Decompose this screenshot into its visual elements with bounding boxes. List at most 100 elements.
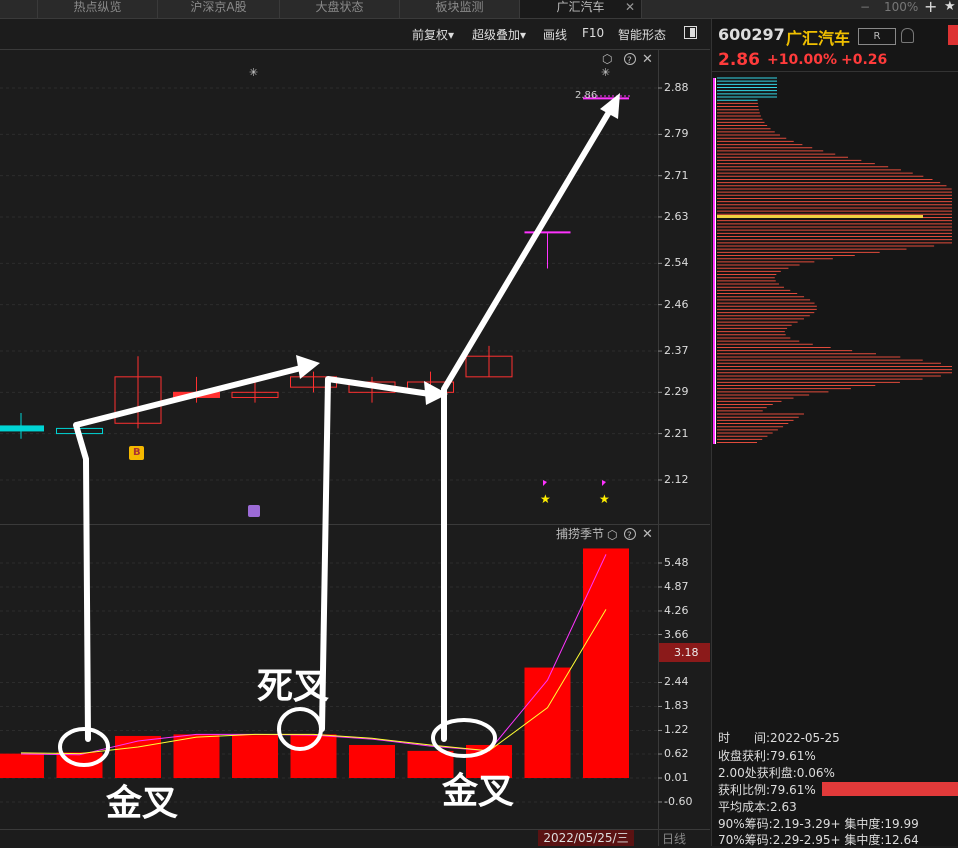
date-label: 2022/05/25/三	[538, 830, 634, 846]
indicator-bar	[349, 744, 395, 778]
tab-blank[interactable]	[0, 0, 38, 18]
pattern-button[interactable]: 智能形态	[618, 26, 666, 43]
death-cross-label: 死叉	[257, 666, 330, 707]
candle-body	[0, 425, 44, 432]
price-tick-label: 2.29	[664, 385, 689, 399]
chip-70: 70%筹码:2.29-2.95+ 集中度:12.64	[718, 833, 919, 847]
signal-icons: ★ ★	[129, 446, 610, 517]
indicator-bar	[232, 735, 278, 778]
tab-a-shares[interactable]: 沪深京A股	[158, 0, 280, 18]
fuquan-dropdown[interactable]: 前复权▾	[412, 26, 454, 43]
chart-canvas: ⬡ ? ✕ ✳ ✳ ⬡ ? ✕ ★ ★	[0, 49, 710, 846]
avg-cost-line	[717, 215, 923, 218]
price-tick-label: 2.12	[664, 473, 689, 486]
main-panel-icons: ⬡ ? ✕ ✳ ✳	[249, 52, 653, 79]
buy-signal-label: B	[133, 447, 141, 458]
stock-change: +0.26	[841, 52, 888, 68]
stock-change-pct: +10.00%	[767, 52, 838, 68]
svg-text:?: ?	[627, 531, 632, 541]
close-icon: ✕	[642, 52, 653, 67]
indicator-bar	[0, 753, 44, 778]
price-tick-label: 2.79	[664, 127, 689, 141]
indicator-tick-label: 0.01	[664, 771, 689, 784]
indicator-panel-icons: ⬡ ? ✕	[607, 527, 653, 542]
indicator-tick-label: -0.60	[664, 794, 693, 808]
chip-profit-ratio: 获利比例:79.61%	[718, 783, 816, 797]
arrowhead-icon	[296, 355, 320, 379]
flag-icon	[543, 480, 547, 486]
tab-bar: 热点纵览 沪深京A股 大盘状态 板块监测 广汇汽车 ✕ − 100% + ★	[0, 0, 958, 19]
indicator-bar	[583, 548, 629, 778]
tab-stock-label: 广汇汽车	[556, 0, 605, 14]
divider	[712, 71, 958, 72]
settings-icon: ⬡	[602, 52, 612, 66]
indicator-tick-label: 1.83	[664, 699, 689, 713]
price-tick-label: 2.54	[664, 256, 689, 270]
svg-text:?: ?	[627, 56, 632, 66]
star-signal-icon: ★	[540, 492, 551, 506]
stock-name: 广汇汽车	[786, 29, 851, 48]
chip-profit-close: 收盘获利:79.61%	[718, 749, 816, 763]
add-button[interactable]	[948, 25, 958, 45]
price-tick-label: 2.46	[664, 297, 689, 311]
plus-icon[interactable]: +	[924, 0, 937, 16]
event-marker-icon: ✳	[249, 66, 258, 79]
close-icon: ✕	[642, 527, 653, 542]
price-tick-label: 2.71	[664, 168, 689, 182]
flag-icon	[602, 480, 606, 486]
indicator-name[interactable]: 捕捞季节	[556, 525, 604, 542]
price-tick-label: 2.21	[664, 426, 689, 440]
event-marker-icon: ✳	[601, 66, 610, 79]
indicator-bar	[173, 734, 220, 778]
tab-sector-monitor[interactable]: 板块监测	[400, 0, 520, 18]
minimize-icon[interactable]: −	[860, 0, 870, 14]
indicator-tick-label: 4.87	[664, 579, 689, 593]
tab-market-status[interactable]: 大盘状态	[280, 0, 400, 18]
profit-ratio-bar	[822, 782, 958, 796]
chip-profit-200: 2.00处获利盘:0.06%	[718, 766, 835, 780]
price-marker-label: 2.86	[575, 90, 598, 101]
indicator-tick-label: 3.66	[664, 627, 689, 641]
tab-stock[interactable]: 广汇汽车 ✕	[520, 0, 642, 18]
stock-badge: R	[858, 28, 896, 45]
indicator-current-value: 3.18	[659, 643, 710, 662]
indicator-tick-label: 5.48	[664, 556, 689, 569]
star-signal-icon: ★	[599, 492, 610, 506]
layout-icon[interactable]	[684, 26, 697, 39]
star-icon[interactable]: ★	[944, 0, 956, 14]
golden-cross-label: 金叉	[442, 771, 515, 812]
indicator-tick-label: 4.26	[664, 603, 689, 617]
chip-90: 90%筹码:2.19-3.29+ 集中度:19.99	[718, 817, 919, 831]
indicator-tick-label: 1.22	[664, 723, 689, 737]
arrow-2	[319, 376, 433, 732]
stock-price: 2.86	[718, 50, 760, 70]
indicator-bar	[115, 735, 161, 778]
period-label[interactable]: 日线	[662, 830, 686, 847]
zoom-level: 100%	[884, 0, 919, 14]
tab-hot-overview[interactable]: 热点纵览	[38, 0, 158, 18]
candles-group	[0, 97, 629, 439]
indicator-bar	[524, 667, 571, 778]
golden-cross-label: 金叉	[106, 783, 179, 824]
indicator-line-magenta	[20, 554, 607, 756]
chip-time: 时 间:2022-05-25	[718, 731, 840, 745]
f10-button[interactable]: F10	[582, 26, 604, 40]
price-tick-label: 2.63	[664, 209, 689, 223]
indicator-tick-label: 2.44	[664, 675, 689, 689]
kline-chart[interactable]: ⬡ ? ✕ ✳ ✳ ⬡ ? ✕ ★ ★ 2.88 2.79 2.71 2.63 …	[0, 49, 710, 846]
arrow-heads	[296, 93, 620, 405]
indicator-bar	[290, 734, 337, 778]
stock-code: 600297	[718, 25, 785, 44]
settings-icon: ⬡	[607, 528, 617, 542]
indicator-tick-label: 0.62	[664, 747, 689, 761]
chart-toolbar: 前复权▾ 超级叠加▾ 画线 F10 智能形态	[0, 19, 710, 49]
chip-axis-bar	[713, 78, 715, 444]
stock-info-panel: 600297 广汇汽车 R 2.86 +10.00% +0.26 时 间:202…	[711, 19, 958, 847]
draw-line-button[interactable]: 画线	[543, 26, 567, 43]
tab-close-icon[interactable]: ✕	[625, 0, 635, 14]
bell-icon[interactable]	[901, 28, 914, 43]
price-tick-label: 2.88	[664, 81, 689, 94]
overlay-dropdown[interactable]: 超级叠加▾	[472, 26, 526, 43]
event-icon	[248, 505, 260, 517]
chip-distribution	[713, 77, 952, 444]
